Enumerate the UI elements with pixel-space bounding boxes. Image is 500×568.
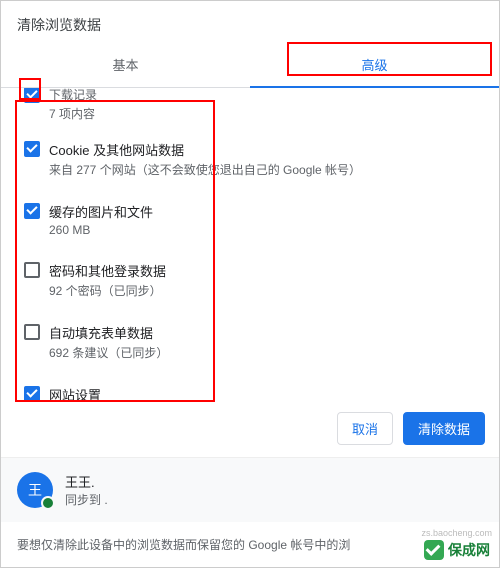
list-item: 网站设置 2 个网站 bbox=[7, 373, 499, 400]
item-title: 缓存的图片和文件 bbox=[49, 202, 487, 221]
list-item: 缓存的图片和文件 260 MB bbox=[7, 190, 499, 249]
list-item: 密码和其他登录数据 92 个密码（已同步） bbox=[7, 249, 499, 311]
dialog-footer: 取消 清除数据 bbox=[1, 400, 499, 457]
options-list: 下载记录 7 项内容 Cookie 及其他网站数据 来自 277 个网站（这不会… bbox=[1, 88, 499, 400]
dialog-title: 清除浏览数据 bbox=[1, 1, 499, 45]
watermark-text: 保成网 bbox=[448, 540, 490, 560]
list-item-downloads-peek: 下载记录 7 项内容 bbox=[7, 88, 499, 128]
checkbox-passwords[interactable] bbox=[24, 262, 40, 278]
item-title: 网站设置 bbox=[49, 385, 487, 400]
avatar-letter: 王 bbox=[28, 480, 42, 500]
checkbox-autofill[interactable] bbox=[24, 324, 40, 340]
sync-subtitle: 同步到 . bbox=[65, 491, 108, 508]
checkbox-downloads[interactable] bbox=[24, 88, 40, 103]
item-title: 下载记录 bbox=[49, 88, 487, 103]
list-item: Cookie 及其他网站数据 来自 277 个网站（这不会致使您退出自己的 Go… bbox=[7, 128, 499, 190]
watermark-url: zs.baocheng.com bbox=[421, 528, 492, 538]
sync-status-icon bbox=[41, 496, 55, 510]
clear-data-button[interactable]: 清除数据 bbox=[403, 412, 485, 445]
watermark: 保成网 bbox=[420, 538, 494, 562]
list-item: 自动填充表单数据 692 条建议（已同步） bbox=[7, 311, 499, 373]
item-title: 密码和其他登录数据 bbox=[49, 261, 487, 280]
item-subtitle: 692 条建议（已同步） bbox=[49, 344, 487, 361]
item-subtitle: 7 项内容 bbox=[49, 105, 487, 122]
item-title: 自动填充表单数据 bbox=[49, 323, 487, 342]
sync-account-bar: 王 王王. 同步到 . bbox=[1, 457, 499, 522]
checkbox-cache[interactable] bbox=[24, 203, 40, 219]
checkbox-cookies[interactable] bbox=[24, 141, 40, 157]
item-subtitle: 92 个密码（已同步） bbox=[49, 282, 487, 299]
checkbox-site-settings[interactable] bbox=[24, 386, 40, 400]
tab-basic[interactable]: 基本 bbox=[1, 45, 250, 87]
clear-browsing-data-dialog: 清除浏览数据 基本 高级 下载记录 7 项内容 Cookie 及其他网站数据 来… bbox=[0, 0, 500, 568]
item-subtitle: 260 MB bbox=[49, 223, 487, 237]
account-name: 王王. bbox=[65, 472, 108, 491]
item-title: Cookie 及其他网站数据 bbox=[49, 140, 487, 159]
cancel-button[interactable]: 取消 bbox=[337, 412, 393, 445]
check-shield-icon bbox=[424, 540, 444, 560]
avatar: 王 bbox=[17, 472, 53, 508]
item-subtitle: 来自 277 个网站（这不会致使您退出自己的 Google 帐号） bbox=[49, 161, 487, 178]
tab-advanced[interactable]: 高级 bbox=[250, 45, 499, 88]
tabs: 基本 高级 bbox=[1, 45, 499, 88]
